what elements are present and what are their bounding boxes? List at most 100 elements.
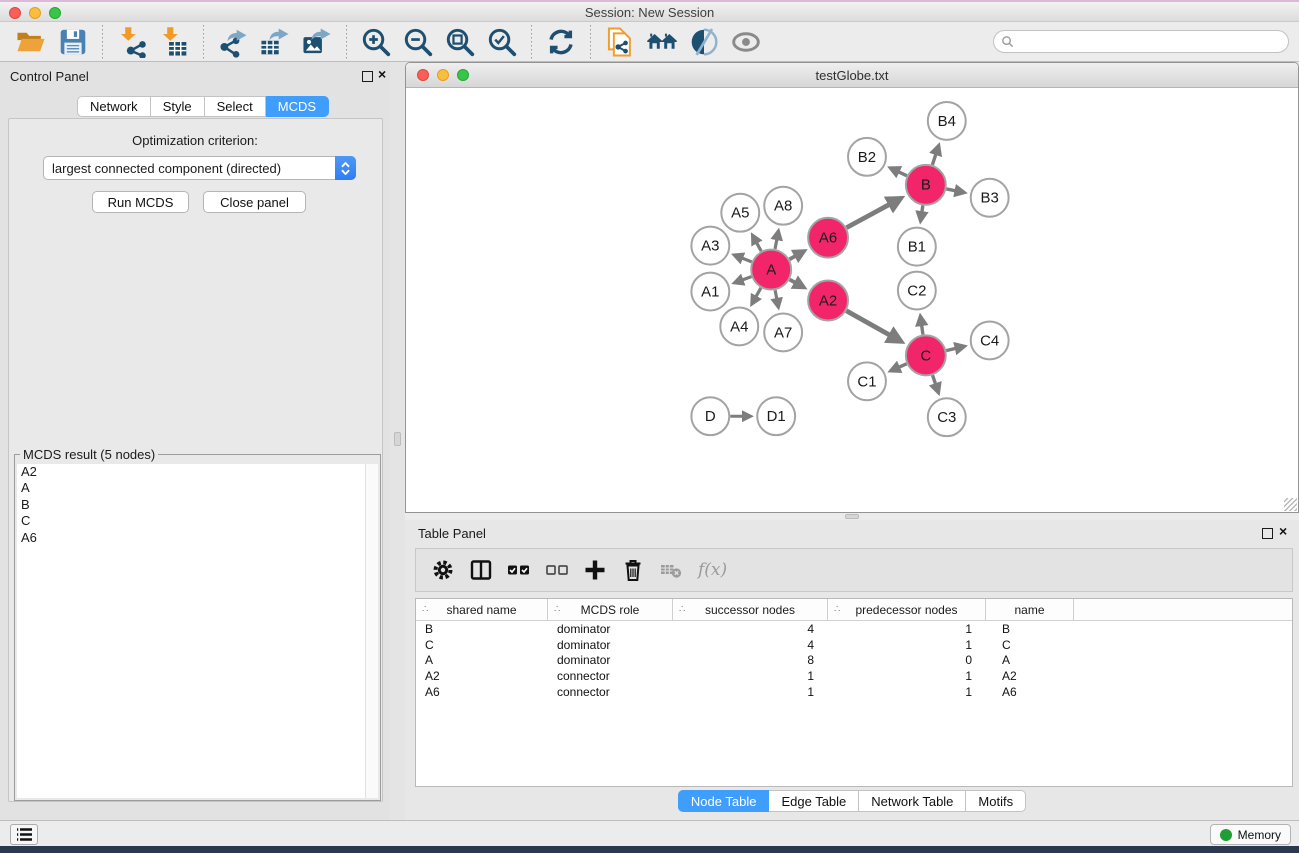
node-D[interactable]: D [691, 397, 729, 435]
delete-icon[interactable] [620, 557, 646, 583]
column-header[interactable]: ∴predecessor nodes [828, 599, 986, 620]
node-A[interactable]: A [751, 250, 791, 290]
table-row[interactable]: Cdominator41C [416, 637, 1292, 653]
edge-B-B2[interactable] [890, 168, 907, 176]
show-eye-icon[interactable] [730, 26, 762, 58]
node-B2[interactable]: B2 [848, 138, 886, 176]
save-session-icon[interactable] [57, 26, 89, 58]
result-list-item[interactable]: A6 [17, 530, 378, 546]
edge-B-B3[interactable] [946, 189, 964, 193]
edge-A-A8[interactable] [775, 231, 778, 249]
task-history-icon[interactable] [10, 824, 38, 845]
close-panel-button[interactable]: Close panel [203, 191, 306, 213]
edge-A-A4[interactable] [752, 288, 761, 304]
column-header[interactable]: name [986, 599, 1074, 620]
edge-B-B4[interactable] [932, 145, 938, 165]
duplicate-network-icon[interactable] [604, 26, 636, 58]
tab-edge-table[interactable]: Edge Table [769, 790, 859, 812]
edge-A-A2[interactable] [790, 280, 805, 288]
memory-button[interactable]: Memory [1210, 824, 1291, 845]
export-network-icon[interactable] [217, 26, 249, 58]
columns-icon[interactable] [468, 557, 494, 583]
result-list-item[interactable]: B [17, 497, 378, 513]
zoom-fit-icon[interactable] [444, 26, 476, 58]
node-C[interactable]: C [906, 335, 946, 375]
result-list-item[interactable]: C [17, 513, 378, 529]
node-B4[interactable]: B4 [928, 102, 966, 140]
add-column-icon[interactable] [582, 557, 608, 583]
open-session-icon[interactable] [15, 26, 47, 58]
node-B[interactable]: B [906, 165, 946, 205]
float-panel-icon[interactable] [362, 71, 373, 82]
settings-gear-icon[interactable] [430, 557, 456, 583]
import-network-icon[interactable] [116, 26, 148, 58]
network-canvas[interactable]: B4B2BB3A5A8A6A3B1AC2A1A2A4A7C4CC1DD1C3 [406, 89, 1298, 512]
tab-network[interactable]: Network [77, 96, 151, 117]
edge-A6-B[interactable] [846, 198, 901, 227]
select-all-icon[interactable] [506, 557, 532, 583]
table-row[interactable]: Bdominator41B [416, 621, 1292, 637]
export-table-icon[interactable] [259, 26, 291, 58]
import-table-icon[interactable] [158, 26, 190, 58]
node-A1[interactable]: A1 [691, 273, 729, 311]
edge-A-A6[interactable] [789, 251, 804, 259]
edge-A-A1[interactable] [734, 277, 751, 283]
delete-table-icon[interactable] [658, 557, 684, 583]
edge-A-A3[interactable] [734, 255, 752, 262]
edge-C-C3[interactable] [933, 375, 939, 393]
edge-C-C2[interactable] [920, 316, 923, 335]
close-panel-icon[interactable]: × [1279, 523, 1287, 539]
zoom-selected-icon[interactable] [486, 26, 518, 58]
result-list-item[interactable]: A [17, 480, 378, 496]
node-A2[interactable]: A2 [808, 281, 848, 321]
tab-network-table[interactable]: Network Table [859, 790, 966, 812]
node-C2[interactable]: C2 [898, 272, 936, 310]
column-header[interactable]: ∴shared name [416, 599, 548, 620]
splitter-grip[interactable] [845, 514, 859, 519]
edge-B-B1[interactable] [921, 206, 923, 222]
tab-style[interactable]: Style [151, 96, 205, 117]
run-mcds-button[interactable]: Run MCDS [92, 191, 189, 213]
node-D1[interactable]: D1 [757, 397, 795, 435]
node-C3[interactable]: C3 [928, 398, 966, 436]
home-icon[interactable] [646, 26, 678, 58]
tab-mcds[interactable]: MCDS [266, 96, 329, 117]
zoom-out-icon[interactable] [402, 26, 434, 58]
result-list-scrollbar[interactable] [365, 464, 378, 798]
column-header[interactable]: ∴MCDS role [548, 599, 673, 620]
tab-motifs[interactable]: Motifs [966, 790, 1026, 812]
function-builder-icon[interactable]: f(x) [698, 560, 727, 580]
edge-A-A5[interactable] [752, 235, 761, 251]
tab-select[interactable]: Select [205, 96, 266, 117]
table-row[interactable]: Adominator80A [416, 653, 1292, 669]
column-header[interactable]: ∴successor nodes [673, 599, 828, 620]
node-B3[interactable]: B3 [971, 179, 1009, 217]
edge-A-A7[interactable] [775, 290, 778, 307]
node-A7[interactable]: A7 [764, 313, 802, 351]
node-C1[interactable]: C1 [848, 362, 886, 400]
network-window-titlebar[interactable]: testGlobe.txt [406, 63, 1298, 88]
edge-C-C4[interactable] [946, 346, 964, 350]
node-B1[interactable]: B1 [898, 228, 936, 266]
node-A6[interactable]: A6 [808, 218, 848, 258]
splitter-grip[interactable] [394, 432, 401, 446]
float-panel-icon[interactable] [1262, 528, 1273, 539]
edge-C-C1[interactable] [890, 364, 906, 371]
horizontal-splitter[interactable] [405, 513, 1299, 520]
node-A4[interactable]: A4 [720, 307, 758, 345]
optimization-dropdown[interactable]: largest connected component (directed) [43, 156, 356, 180]
export-image-icon[interactable] [301, 26, 333, 58]
vertical-splitter[interactable] [390, 62, 405, 820]
tab-node-table[interactable]: Node Table [678, 790, 770, 812]
node-A8[interactable]: A8 [764, 187, 802, 225]
zoom-in-icon[interactable] [360, 26, 392, 58]
hide-panel-icon[interactable] [688, 26, 720, 58]
edge-A2-C[interactable] [846, 311, 901, 342]
close-panel-icon[interactable]: × [378, 66, 386, 82]
search-input[interactable] [1018, 35, 1288, 49]
node-A3[interactable]: A3 [691, 227, 729, 265]
node-A5[interactable]: A5 [721, 194, 759, 232]
table-row[interactable]: A2connector11A2 [416, 668, 1292, 684]
search-field[interactable] [993, 30, 1289, 53]
refresh-icon[interactable] [545, 26, 577, 58]
